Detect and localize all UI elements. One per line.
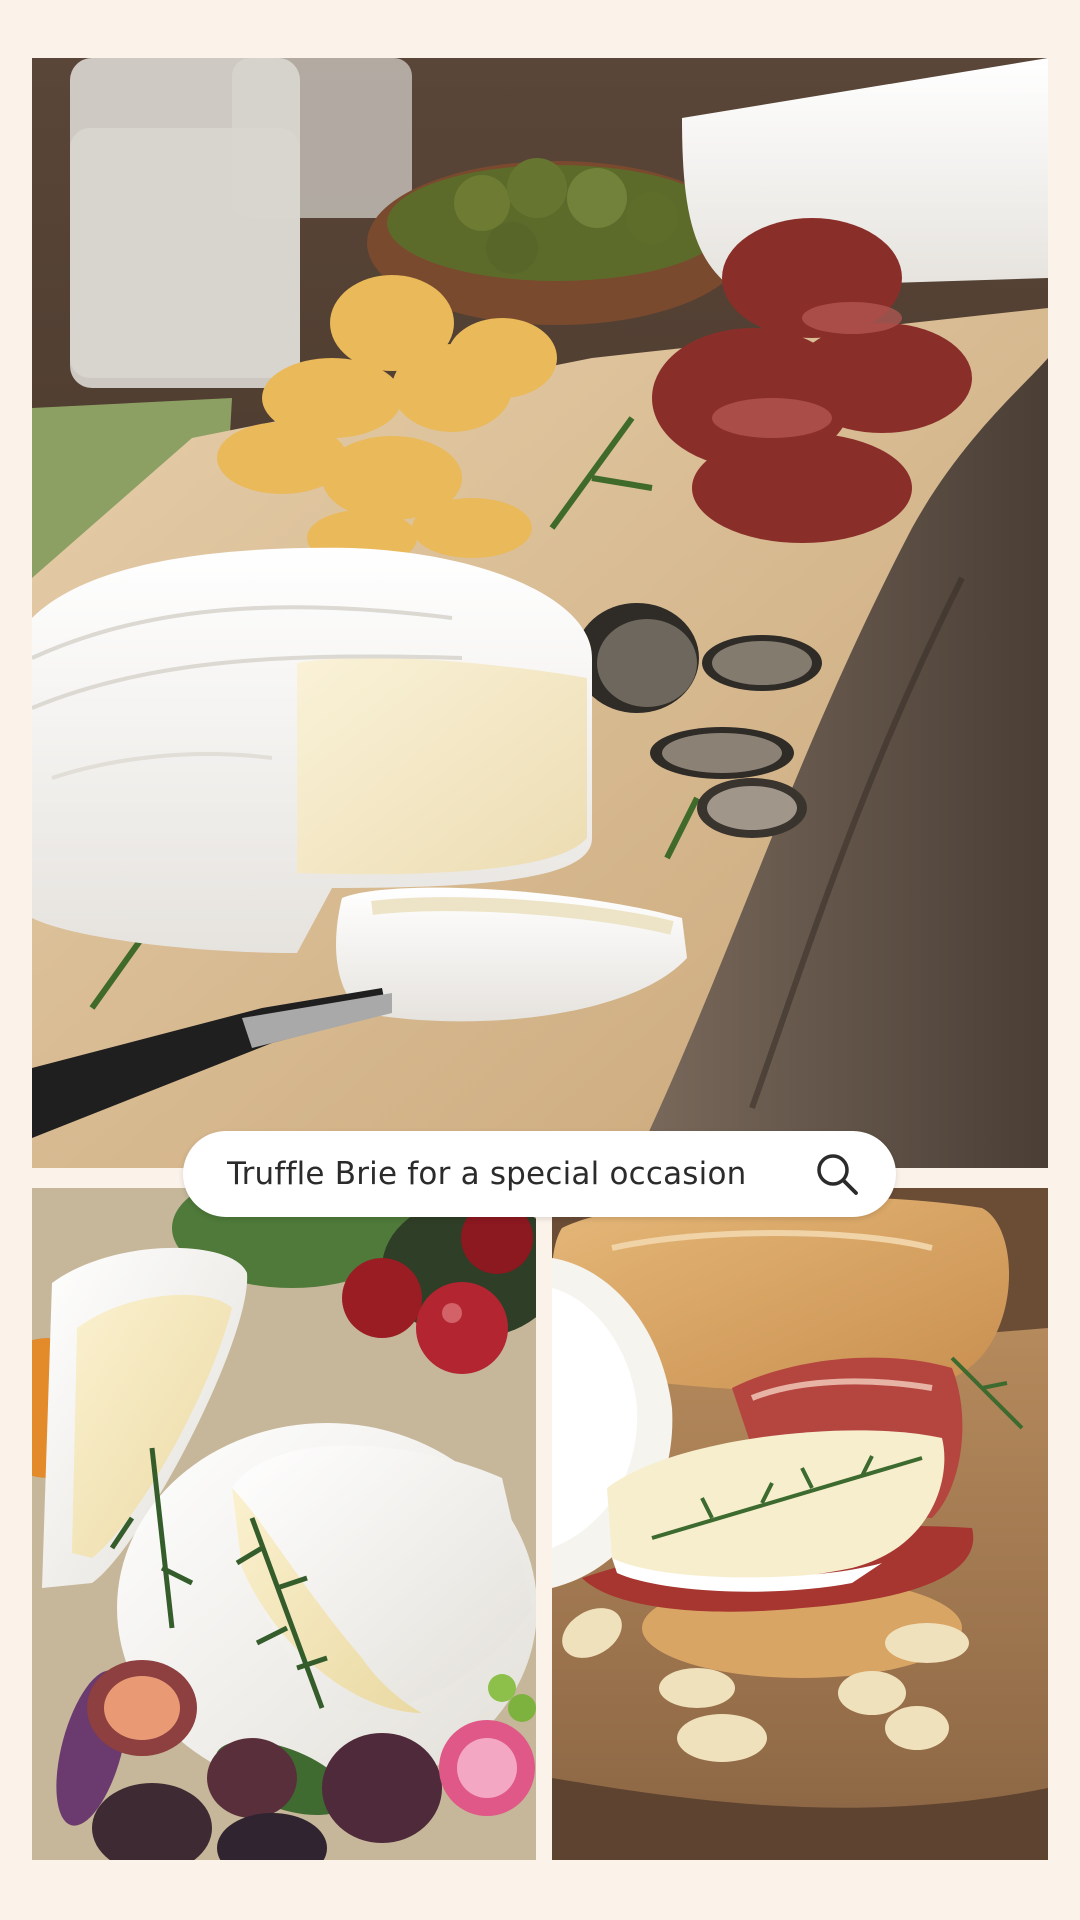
crostini-illustration xyxy=(552,1188,1048,1860)
crostini-photo[interactable] xyxy=(552,1188,1048,1860)
fruit-platter-photo[interactable] xyxy=(32,1188,536,1860)
fruit-platter-illustration xyxy=(32,1188,536,1860)
hero-photo-illustration xyxy=(32,58,1048,1168)
search-icon[interactable] xyxy=(812,1149,862,1199)
search-bar[interactable]: Truffle Brie for a special occasion xyxy=(183,1131,896,1217)
search-icon-glyph xyxy=(817,1154,858,1195)
hero-photo[interactable] xyxy=(32,58,1048,1168)
search-query-text[interactable]: Truffle Brie for a special occasion xyxy=(227,1156,812,1192)
